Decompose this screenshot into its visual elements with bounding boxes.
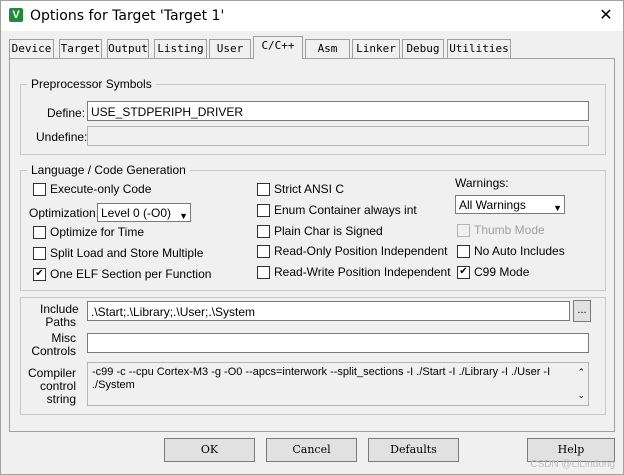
plain-char-checkbox[interactable] xyxy=(257,225,270,238)
options-dialog: V Options for Target 'Target 1' ✕ Device… xyxy=(0,0,624,475)
execute-only-label: Execute-only Code xyxy=(50,182,152,196)
tab-asm[interactable]: Asm xyxy=(305,39,350,58)
tab-listing[interactable]: Listing xyxy=(154,39,207,58)
define-input[interactable]: USE_STDPERIPH_DRIVER xyxy=(87,101,589,121)
split-load-label: Split Load and Store Multiple xyxy=(50,246,204,260)
close-icon[interactable]: ✕ xyxy=(589,1,623,31)
keil-app-icon: V xyxy=(9,8,23,22)
optimize-time-checkbox[interactable] xyxy=(33,226,46,239)
warnings-label: Warnings: xyxy=(455,176,509,190)
compiler-control-string[interactable]: -c99 -c --cpu Cortex-M3 -g -O0 --apcs=in… xyxy=(87,362,589,406)
scroll-up-icon[interactable]: ⌃ xyxy=(577,366,585,379)
chevron-down-icon: ▼ xyxy=(553,203,562,213)
tab-output[interactable]: Output xyxy=(107,39,149,58)
ro-position-label: Read-Only Position Independent xyxy=(274,244,448,258)
tab-user[interactable]: User xyxy=(209,39,251,58)
warnings-select[interactable]: All Warnings ▼ xyxy=(455,195,565,214)
compiler-label-line3: string xyxy=(46,392,76,406)
strict-ansi-label: Strict ANSI C xyxy=(274,182,345,196)
thumb-mode-label: Thumb Mode xyxy=(474,223,545,237)
ok-button[interactable]: OK xyxy=(164,438,255,462)
ro-position-checkbox[interactable] xyxy=(257,245,270,258)
misc-controls-input[interactable] xyxy=(87,333,589,353)
strict-ansi-checkbox[interactable] xyxy=(257,183,270,196)
compiler-string-line1: -c99 -c --cpu Cortex-M3 -g -O0 --apcs=in… xyxy=(92,366,551,378)
execute-only-checkbox[interactable] xyxy=(33,183,46,196)
preprocessor-legend: Preprocessor Symbols xyxy=(31,77,152,91)
watermark: CSDN @LiLindong xyxy=(530,459,615,470)
language-legend: Language / Code Generation xyxy=(31,163,186,177)
warnings-value: All Warnings xyxy=(459,198,526,212)
title-bar: V Options for Target 'Target 1' ✕ xyxy=(1,1,623,31)
scroll-down-icon[interactable]: ⌄ xyxy=(577,389,585,402)
window-title: Options for Target 'Target 1' xyxy=(30,8,225,24)
browse-include-button[interactable]: ... xyxy=(573,300,591,322)
tab-linker[interactable]: Linker xyxy=(352,39,400,58)
optimization-value: Level 0 (-O0) xyxy=(101,206,172,220)
optimize-time-label: Optimize for Time xyxy=(50,225,145,239)
tab-cpp[interactable]: C/C++ xyxy=(253,36,303,59)
cpp-options-panel: Preprocessor Symbols Define: USE_STDPERI… xyxy=(9,58,615,432)
tab-device[interactable]: Device xyxy=(9,39,54,58)
compiler-string-line2: ./System xyxy=(92,379,135,391)
one-elf-checkbox[interactable]: ✔ xyxy=(33,268,46,281)
plain-char-label: Plain Char is Signed xyxy=(274,224,383,238)
compiler-label-line1: Compiler xyxy=(27,366,76,380)
tab-target[interactable]: Target xyxy=(59,39,102,58)
enum-container-label: Enum Container always int xyxy=(274,203,417,217)
enum-container-checkbox[interactable] xyxy=(257,204,270,217)
misc-label-line1: Misc xyxy=(51,331,76,345)
tab-utilities[interactable]: Utilities xyxy=(447,39,511,58)
define-label: Define: xyxy=(47,106,86,120)
one-elf-label: One ELF Section per Function xyxy=(50,267,212,281)
cancel-button[interactable]: Cancel xyxy=(266,438,357,462)
include-label-line2: Paths xyxy=(45,315,76,329)
split-load-checkbox[interactable] xyxy=(33,247,46,260)
undefine-input[interactable] xyxy=(87,126,589,146)
optimization-label: Optimization: xyxy=(29,206,100,220)
rw-position-checkbox[interactable] xyxy=(257,266,270,279)
c99-mode-checkbox[interactable]: ✔ xyxy=(457,266,470,279)
include-label-line1: Include xyxy=(40,302,79,316)
defaults-button[interactable]: Defaults xyxy=(368,438,459,462)
chevron-down-icon: ▼ xyxy=(179,211,188,221)
c99-mode-label: C99 Mode xyxy=(474,265,530,279)
no-auto-includes-checkbox[interactable] xyxy=(457,245,470,258)
misc-label-line2: Controls xyxy=(31,344,76,358)
tab-debug[interactable]: Debug xyxy=(402,39,444,58)
include-paths-input[interactable]: .\Start;.\Library;.\User;.\System xyxy=(87,301,570,321)
optimization-select[interactable]: Level 0 (-O0) ▼ xyxy=(97,203,191,222)
rw-position-label: Read-Write Position Independent xyxy=(274,265,451,279)
no-auto-includes-label: No Auto Includes xyxy=(474,244,565,258)
undefine-label: Undefine: xyxy=(36,130,88,144)
compiler-label-line2: control xyxy=(39,379,76,393)
thumb-mode-checkbox[interactable] xyxy=(457,224,470,237)
